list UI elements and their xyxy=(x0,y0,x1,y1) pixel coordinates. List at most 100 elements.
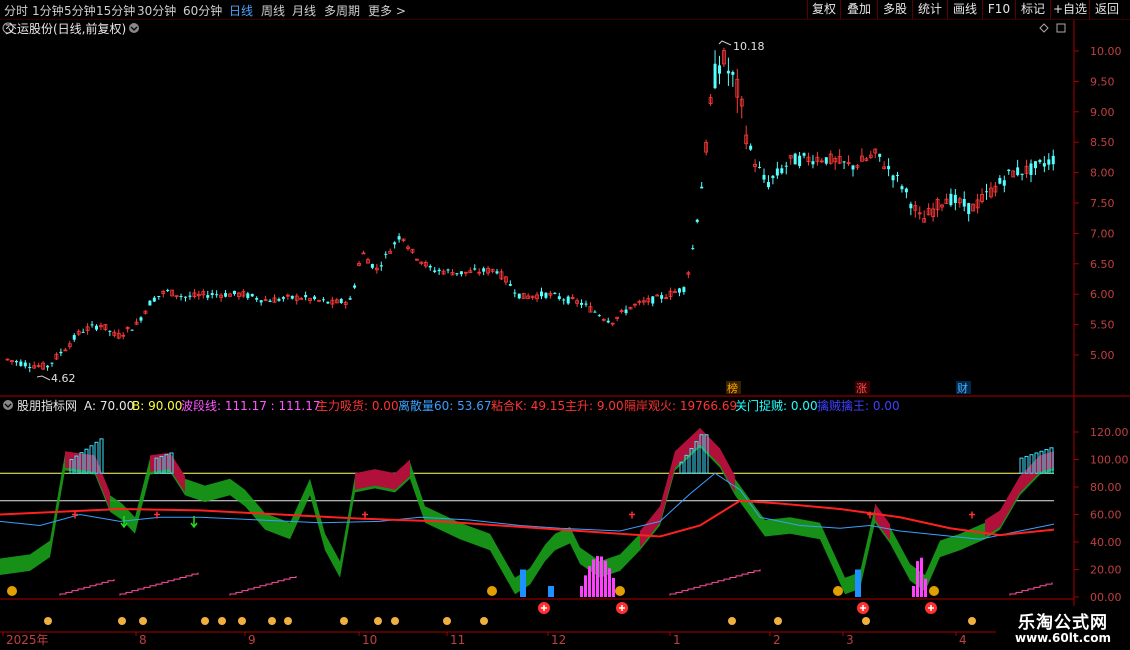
blue-bar xyxy=(548,586,554,597)
magenta-bar xyxy=(924,578,927,597)
accumulation-line xyxy=(669,569,761,596)
tag-limit-up[interactable]: 涨 xyxy=(856,382,867,395)
money-bag-icon xyxy=(833,586,843,596)
magenta-bar xyxy=(604,560,607,597)
low-marker-icon xyxy=(36,375,51,381)
candle-body xyxy=(184,296,187,298)
stock-chart[interactable]: 交运股份(日线,前复权) 10.00 9.50 9.00 8.50 8.00 7.50 7.… xyxy=(0,0,1130,650)
tag-dragon-tiger-list[interactable]: 榜 xyxy=(727,381,738,395)
merge-cross-icon xyxy=(72,511,78,519)
candle-body xyxy=(459,271,463,275)
candle-body xyxy=(437,269,441,272)
indicator-values: A: 70.00B: 90.00波段线: 111.17 : 111.17主力吸货… xyxy=(84,398,900,413)
main-title-dropdown-icon[interactable] xyxy=(129,23,139,33)
candle-body xyxy=(81,331,85,333)
candle-body xyxy=(23,362,27,367)
price-tick-label: 5.00 xyxy=(1090,349,1115,362)
time-tick-label: 8 xyxy=(139,633,147,647)
hand-pointer-icon xyxy=(139,617,147,625)
candle-body xyxy=(967,203,971,214)
magenta-bar xyxy=(592,559,595,597)
low-price-label: 4.62 xyxy=(51,372,76,385)
indicator-tick-label: 80.00 xyxy=(1090,481,1122,494)
candle-body xyxy=(313,296,317,300)
candle-body xyxy=(397,236,401,240)
candle-body xyxy=(166,289,170,291)
accumulation-line xyxy=(119,572,199,596)
candle-body xyxy=(473,268,477,270)
candle-body xyxy=(1016,167,1020,176)
candle-body xyxy=(904,188,908,193)
money-bag-icon xyxy=(615,586,625,596)
time-axis: 2025年 8 9 10 11 12 1 2 3 4 xyxy=(2,632,967,647)
indicator-menu-icon[interactable] xyxy=(3,400,13,410)
candle-body xyxy=(210,293,214,295)
candle-body xyxy=(584,303,588,305)
dispersion-line xyxy=(0,472,1055,540)
hand-pointer-icon xyxy=(443,617,451,625)
maximize-icon[interactable] xyxy=(1056,23,1066,33)
candle-body xyxy=(798,155,802,166)
candle-body xyxy=(811,161,815,165)
hand-pointer-icon xyxy=(391,617,399,625)
price-tick-label: 6.00 xyxy=(1090,288,1115,301)
price-tick-label: 9.50 xyxy=(1090,75,1115,88)
indicator-value-3: 主力吸货: 0.00 xyxy=(316,398,399,413)
indicator-value-8: 关门捉贼: 0.00 xyxy=(735,398,818,413)
tag-financial-report[interactable]: 财 xyxy=(957,381,968,395)
time-tick-label: 9 xyxy=(248,633,256,647)
candle-body xyxy=(215,294,219,296)
candle-body xyxy=(446,269,450,271)
accumulation-line xyxy=(59,579,115,596)
candle-body xyxy=(259,300,263,303)
magenta-bar xyxy=(920,557,923,597)
merge-cross-icon xyxy=(969,511,975,519)
candle-body xyxy=(766,181,770,188)
candle-body xyxy=(544,292,548,298)
money-bag-icon xyxy=(487,586,497,596)
indicator-value-4: 离散量60: 53.67 xyxy=(398,398,491,413)
wave-band-red xyxy=(875,503,890,541)
candle-body xyxy=(428,265,432,268)
candle-body xyxy=(508,284,512,286)
watermark-url: www.60lt.com xyxy=(1014,631,1112,645)
candle-body xyxy=(949,193,953,206)
candle-body xyxy=(495,271,499,274)
candle-body xyxy=(379,265,383,267)
money-bag-icon xyxy=(929,586,939,596)
candle-body xyxy=(290,295,294,299)
indicator-value-0: A: 70.00 xyxy=(84,399,134,413)
candle-body xyxy=(1033,161,1037,169)
candle-body xyxy=(14,361,18,363)
indicator-tick-label: 00.00 xyxy=(1090,591,1122,604)
hand-pointer-icon xyxy=(774,617,782,625)
hand-pointer-icon xyxy=(862,617,870,625)
candle-body xyxy=(108,330,112,332)
candle-body xyxy=(281,297,285,299)
candle-body xyxy=(188,295,192,297)
candlesticks xyxy=(5,47,1055,373)
candle-body xyxy=(553,292,557,294)
candle-body xyxy=(1042,163,1046,167)
candle-body xyxy=(900,186,904,190)
candle-body xyxy=(562,299,566,301)
candle-body xyxy=(393,242,397,245)
accumulation-line xyxy=(1009,582,1053,596)
candle-body xyxy=(802,153,806,156)
money-bag-icon xyxy=(7,586,17,596)
indicator-value-1: B: 90.00 xyxy=(132,399,182,413)
indicator-value-9: 擒贼擒王: 0.00 xyxy=(817,398,900,413)
candle-body xyxy=(695,219,699,222)
price-tick-label: 8.50 xyxy=(1090,136,1115,149)
blue-bar xyxy=(855,569,861,597)
hand-pointer-icon xyxy=(480,617,488,625)
candle-body xyxy=(455,273,459,275)
diamond-icon[interactable] xyxy=(1039,23,1049,33)
price-axis: 10.00 9.50 9.00 8.50 8.00 7.50 7.00 6.50 6.00 5.5… xyxy=(1074,45,1122,362)
indicator-axis: 120.00 100.00 80.00 60.00 40.00 20.00 00.00 xyxy=(1074,426,1129,604)
indicator-plot xyxy=(0,427,1055,625)
candle-body xyxy=(540,291,543,297)
candle-body xyxy=(232,290,236,295)
hand-pointer-icon xyxy=(374,617,382,625)
price-tick-label: 5.50 xyxy=(1090,319,1115,332)
